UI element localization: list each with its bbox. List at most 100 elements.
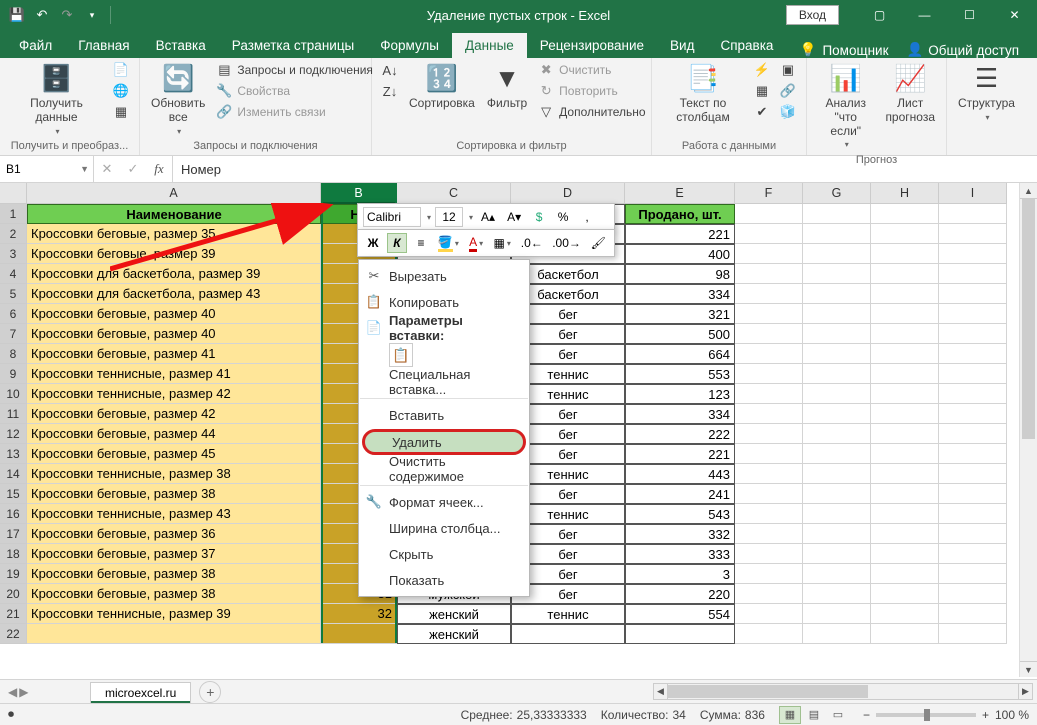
column-headers[interactable]: ABCDEFGHI <box>27 183 1019 204</box>
from-web-button[interactable]: 🌐 <box>111 82 131 100</box>
cell-A17[interactable]: Кроссовки беговые, размер 36 <box>27 524 321 544</box>
cell-E8[interactable]: 664 <box>625 344 735 364</box>
text-to-columns-button[interactable]: 📑Текст по столбцам <box>660 61 746 127</box>
cell-C21[interactable]: женский <box>397 604 511 624</box>
cell-I6[interactable] <box>939 304 1007 324</box>
flash-fill-button[interactable]: ⚡ <box>752 61 772 79</box>
cell-H1[interactable] <box>871 204 939 224</box>
cell-A6[interactable]: Кроссовки беговые, размер 40 <box>27 304 321 324</box>
cell-H2[interactable] <box>871 224 939 244</box>
cell-E13[interactable]: 221 <box>625 444 735 464</box>
minimize-icon[interactable]: ― <box>902 0 947 30</box>
hscroll-thumb[interactable] <box>668 685 868 698</box>
from-text-button[interactable]: 📄 <box>111 61 131 79</box>
zoom-level[interactable]: 100 % <box>995 708 1029 722</box>
undo-icon[interactable]: ↶ <box>31 4 53 26</box>
properties-button[interactable]: 🔧Свойства <box>214 82 375 100</box>
scroll-thumb[interactable] <box>1022 199 1035 439</box>
row-header-6[interactable]: 6 <box>0 304 27 324</box>
cell-H9[interactable] <box>871 364 939 384</box>
cell-A15[interactable]: Кроссовки беговые, размер 38 <box>27 484 321 504</box>
cell-E19[interactable]: 3 <box>625 564 735 584</box>
cell-G16[interactable] <box>803 504 871 524</box>
consolidate-button[interactable]: ▣ <box>778 61 798 79</box>
cell-E16[interactable]: 543 <box>625 504 735 524</box>
edit-links-button[interactable]: 🔗Изменить связи <box>214 103 375 121</box>
cell-G11[interactable] <box>803 404 871 424</box>
new-sheet-button[interactable]: + <box>199 681 221 703</box>
cell-G8[interactable] <box>803 344 871 364</box>
cell-A19[interactable]: Кроссовки беговые, размер 38 <box>27 564 321 584</box>
accept-formula-icon[interactable]: ✓ <box>120 161 146 177</box>
reapply-button[interactable]: ↻Повторить <box>536 82 647 100</box>
ctx-format-cells[interactable]: 🔧Формат ячеек... <box>359 489 529 515</box>
cell-I10[interactable] <box>939 384 1007 404</box>
cell-F8[interactable] <box>735 344 803 364</box>
scroll-right-icon[interactable]: ▶ <box>1018 684 1032 699</box>
sort-button[interactable]: 🔢Сортировка <box>406 61 478 113</box>
row-header-11[interactable]: 11 <box>0 404 27 424</box>
cell-E7[interactable]: 500 <box>625 324 735 344</box>
cell-I4[interactable] <box>939 264 1007 284</box>
row-header-7[interactable]: 7 <box>0 324 27 344</box>
cell-F15[interactable] <box>735 484 803 504</box>
font-size-select[interactable] <box>435 207 463 227</box>
data-validation-button[interactable]: ✔ <box>752 103 772 121</box>
cell-E2[interactable]: 221 <box>625 224 735 244</box>
page-break-view-icon[interactable]: ▭ <box>827 706 849 724</box>
cell-A5[interactable]: Кроссовки для баскетбола, размер 43 <box>27 284 321 304</box>
cell-I15[interactable] <box>939 484 1007 504</box>
cell-I7[interactable] <box>939 324 1007 344</box>
cell-A3[interactable]: Кроссовки беговые, размер 39 <box>27 244 321 264</box>
normal-view-icon[interactable]: ▦ <box>779 706 801 724</box>
row-header-2[interactable]: 2 <box>0 224 27 244</box>
ctx-column-width[interactable]: Ширина столбца... <box>359 515 529 541</box>
cell-A18[interactable]: Кроссовки беговые, размер 37 <box>27 544 321 564</box>
zoom-out-icon[interactable]: − <box>863 708 870 722</box>
decrease-decimal-icon[interactable]: .0← <box>518 233 546 253</box>
cell-I22[interactable] <box>939 624 1007 644</box>
cell-G5[interactable] <box>803 284 871 304</box>
ctx-clear-contents[interactable]: Очистить содержимое <box>359 456 529 482</box>
mini-toolbar-row2[interactable]: Ж К ≡ 🪣▾ A▾ ▦▾ .0← .00→ 🖌 <box>357 229 615 257</box>
ribbon-options-icon[interactable]: ▢ <box>857 0 902 30</box>
decrease-font-icon[interactable]: A▾ <box>503 207 525 227</box>
cell-G20[interactable] <box>803 584 871 604</box>
cell-I3[interactable] <box>939 244 1007 264</box>
cell-E11[interactable]: 334 <box>625 404 735 424</box>
cell-F7[interactable] <box>735 324 803 344</box>
sheet-tab[interactable]: microexcel.ru <box>90 682 191 703</box>
cell-E3[interactable]: 400 <box>625 244 735 264</box>
cell-G12[interactable] <box>803 424 871 444</box>
row-header-4[interactable]: 4 <box>0 264 27 284</box>
tab-data[interactable]: Данные <box>452 33 527 58</box>
outline-button[interactable]: ☰Структура▾ <box>955 61 1018 124</box>
cell-G2[interactable] <box>803 224 871 244</box>
close-icon[interactable]: ✕ <box>992 0 1037 30</box>
cell-I13[interactable] <box>939 444 1007 464</box>
tab-review[interactable]: Рецензирование <box>527 33 657 58</box>
cell-A13[interactable]: Кроссовки беговые, размер 45 <box>27 444 321 464</box>
cell-E12[interactable]: 222 <box>625 424 735 444</box>
from-table-button[interactable]: ▦ <box>111 103 131 121</box>
cell-I17[interactable] <box>939 524 1007 544</box>
cell-F2[interactable] <box>735 224 803 244</box>
column-header-D[interactable]: D <box>511 183 625 204</box>
cell-G21[interactable] <box>803 604 871 624</box>
page-layout-view-icon[interactable]: ▤ <box>803 706 825 724</box>
queries-button[interactable]: ▤Запросы и подключения <box>214 61 375 79</box>
cell-F17[interactable] <box>735 524 803 544</box>
increase-decimal-icon[interactable]: .00→ <box>550 233 584 253</box>
cell-A22[interactable] <box>27 624 321 644</box>
cell-E15[interactable]: 241 <box>625 484 735 504</box>
italic-icon[interactable]: К <box>387 233 407 253</box>
percent-format-icon[interactable]: % <box>553 207 573 227</box>
cell-F6[interactable] <box>735 304 803 324</box>
cell-G14[interactable] <box>803 464 871 484</box>
horizontal-scrollbar[interactable]: ◀ ▶ <box>653 683 1033 700</box>
cell-I20[interactable] <box>939 584 1007 604</box>
tab-home[interactable]: Главная <box>65 33 142 58</box>
ctx-insert[interactable]: Вставить <box>359 402 529 428</box>
ctx-copy[interactable]: 📋Копировать <box>359 289 529 315</box>
chevron-down-icon[interactable]: ▼ <box>80 164 89 174</box>
